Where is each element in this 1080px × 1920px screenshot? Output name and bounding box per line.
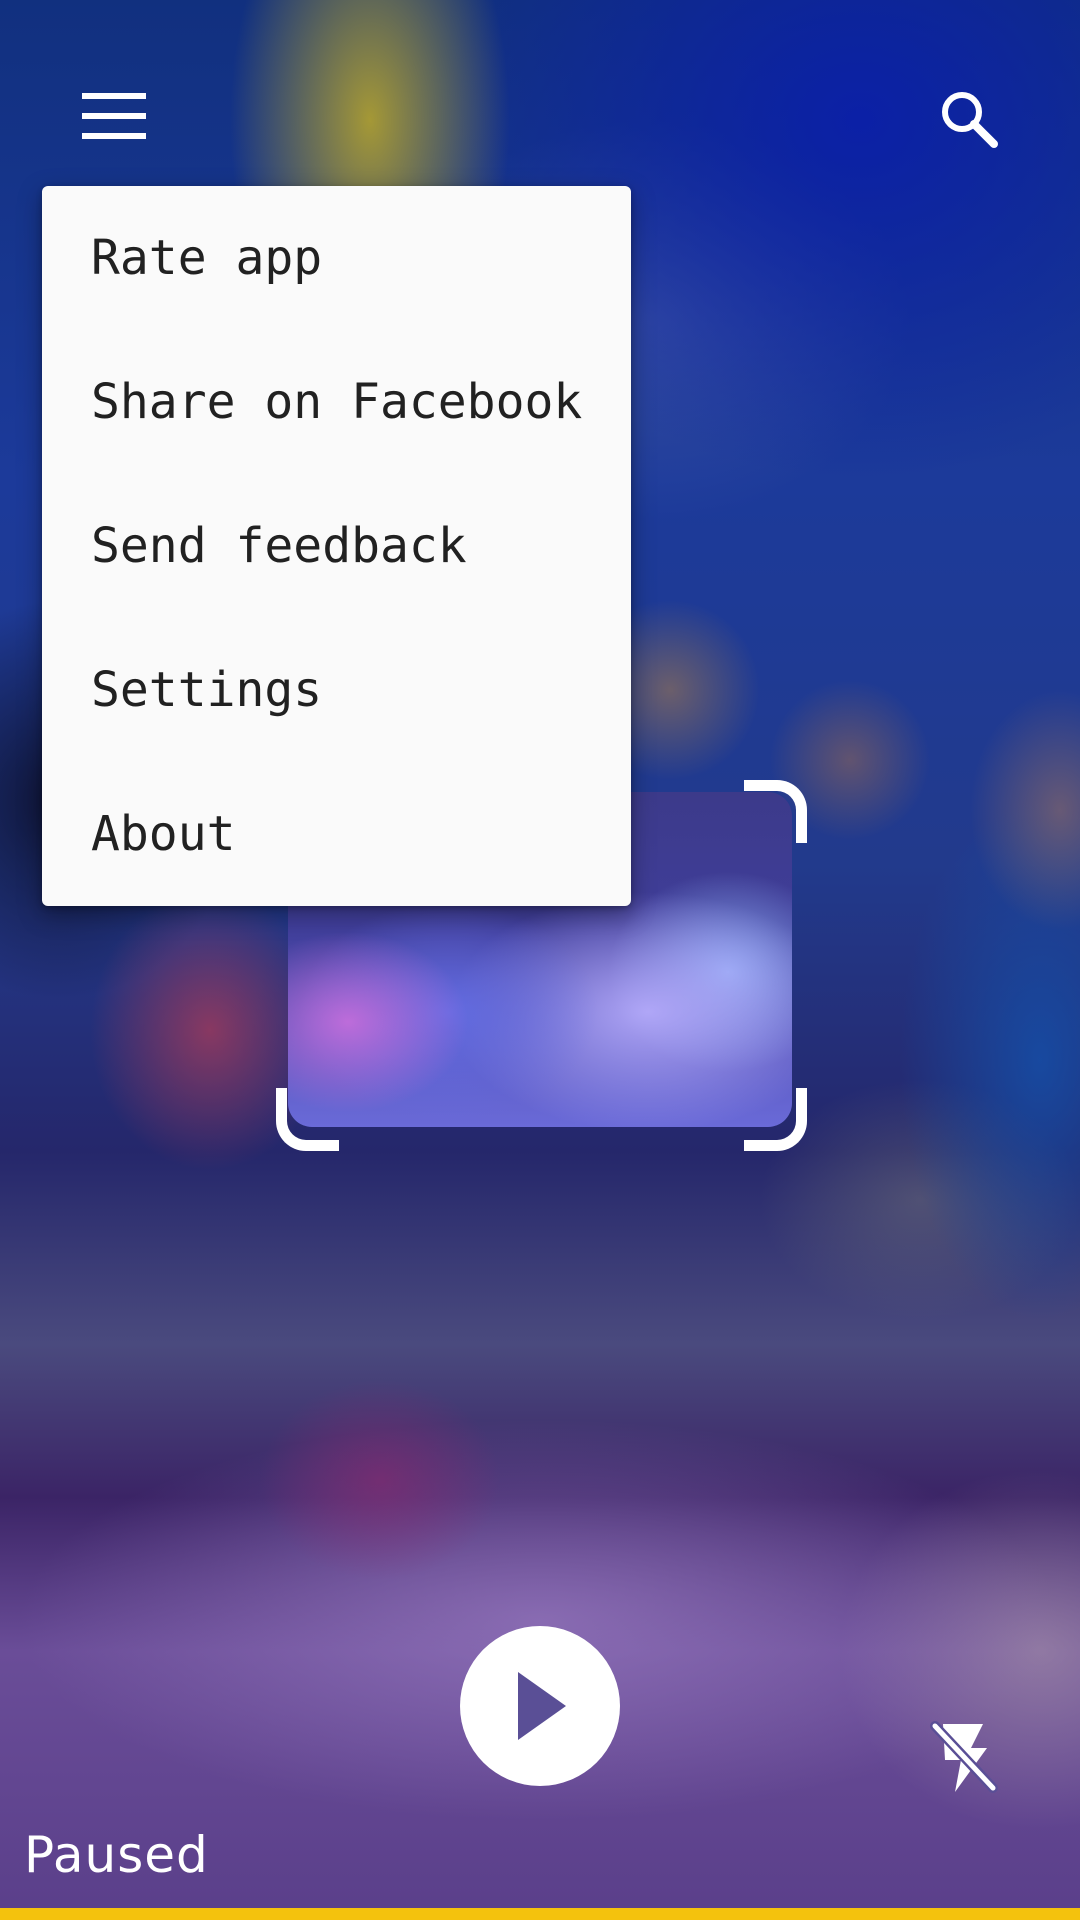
flash-toggle-button[interactable] (916, 1708, 1012, 1804)
scan-frame-corner-bottom-right (744, 1088, 807, 1151)
status-text: Paused (24, 1826, 209, 1884)
menu-item-settings[interactable]: Settings (42, 618, 631, 762)
menu-item-share-on-facebook[interactable]: Share on Facebook (42, 330, 631, 474)
play-icon (518, 1672, 566, 1740)
search-icon (942, 92, 998, 148)
menu-item-send-feedback[interactable]: Send feedback (42, 474, 631, 618)
scan-frame-corner-top-right (744, 780, 807, 843)
flash-off-icon (930, 1721, 998, 1793)
menu-item-about[interactable]: About (42, 762, 631, 906)
menu-item-rate-app[interactable]: Rate app (42, 186, 631, 330)
overflow-menu: Rate app Share on Facebook Send feedback… (42, 186, 631, 906)
menu-button[interactable] (62, 74, 166, 158)
scan-frame-corner-bottom-left (276, 1088, 339, 1151)
hamburger-menu-icon (82, 93, 146, 139)
progress-bar (0, 1908, 1080, 1920)
search-button[interactable] (918, 68, 1018, 168)
play-button[interactable] (460, 1626, 620, 1786)
progress-bar-fill (0, 1908, 1080, 1920)
